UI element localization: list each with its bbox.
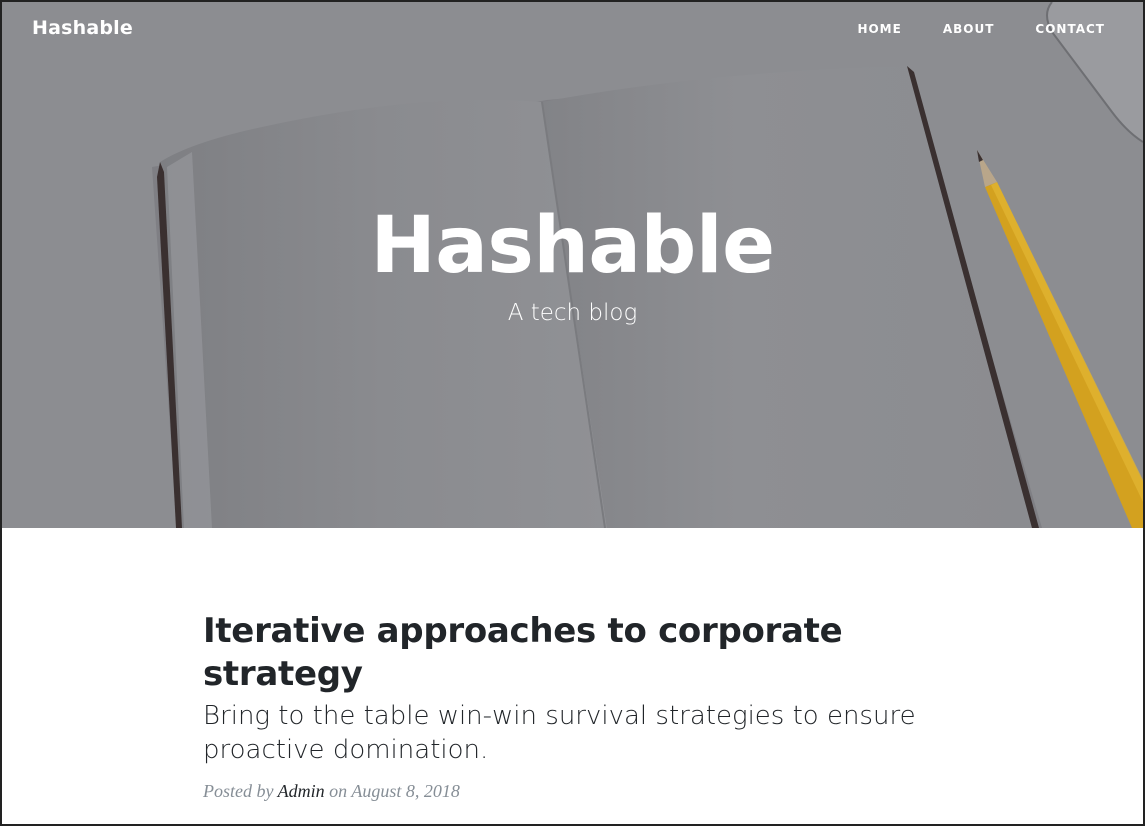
navbar: Hashable HOME ABOUT CONTACT [2, 2, 1143, 60]
site-title: Hashable [370, 201, 775, 291]
post-meta-on: on [329, 781, 348, 801]
post-subtitle[interactable]: Bring to the table win-win survival stra… [203, 699, 923, 767]
nav-link-about[interactable]: ABOUT [943, 22, 995, 36]
post-author-link[interactable]: Admin [278, 781, 325, 801]
nav-link-contact[interactable]: CONTACT [1035, 22, 1105, 36]
post-meta-prefix: Posted by [203, 781, 274, 801]
site-heading: Hashable A tech blog [2, 198, 1143, 326]
site-subtitle: A tech blog [507, 300, 638, 326]
post-preview: Iterative approaches to corporate strate… [203, 610, 923, 820]
post-title[interactable]: Iterative approaches to corporate strate… [203, 610, 923, 696]
post-link[interactable]: Iterative approaches to corporate strate… [203, 610, 923, 767]
masthead: Hashable HOME ABOUT CONTACT Hashable A t… [2, 2, 1143, 528]
nav-link-home[interactable]: HOME [857, 22, 901, 36]
navbar-brand[interactable]: Hashable [32, 17, 133, 39]
nav-links: HOME ABOUT CONTACT [816, 22, 1105, 36]
post-meta: Posted by Admin on August 8, 2018 [203, 781, 923, 802]
post-date: August 8, 2018 [351, 781, 460, 801]
browser-page: Hashable HOME ABOUT CONTACT Hashable A t… [0, 0, 1145, 826]
